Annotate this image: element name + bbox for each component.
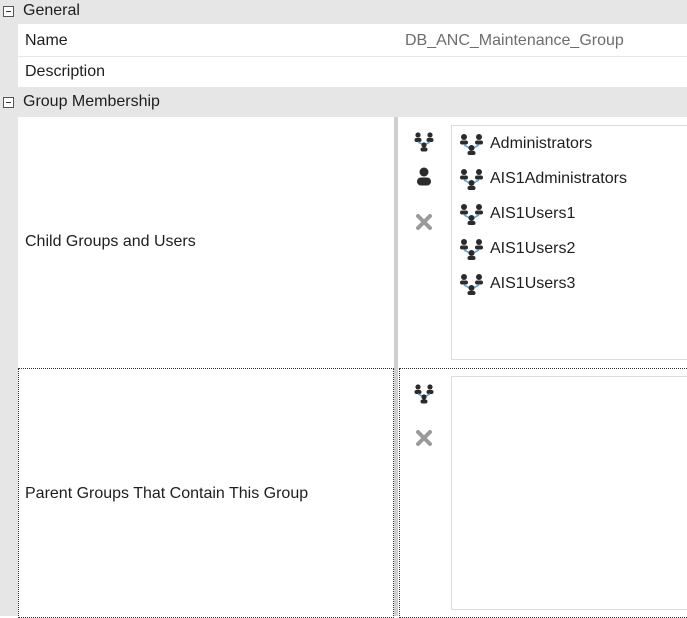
property-label-description: Description xyxy=(25,63,106,80)
member-label: AIS1Users3 xyxy=(490,275,576,292)
list-item[interactable]: AIS1Users1 xyxy=(458,199,575,229)
group-icon xyxy=(460,204,483,225)
list-item[interactable]: AIS1Users3 xyxy=(458,269,575,299)
add-group-button[interactable] xyxy=(412,130,436,152)
collapse-icon[interactable] xyxy=(3,97,14,108)
add-user-button[interactable] xyxy=(414,166,434,188)
collapse-icon[interactable] xyxy=(3,6,14,17)
member-label: AIS1Users2 xyxy=(490,240,576,257)
property-value-name[interactable]: DB_ANC_Maintenance_Group xyxy=(405,32,624,50)
property-label-parent: Parent Groups That Contain This Group xyxy=(25,485,309,502)
remove-member-button[interactable] xyxy=(414,212,434,232)
property-label-child: Child Groups and Users xyxy=(25,233,196,250)
remove-parent-button[interactable] xyxy=(414,428,434,448)
group-icon xyxy=(460,239,483,260)
group-icon xyxy=(460,134,483,155)
category-label: Group Membership xyxy=(23,93,160,110)
remove-icon xyxy=(416,214,432,230)
member-label: AIS1Users1 xyxy=(490,205,576,222)
property-row-name[interactable]: Name DB_ANC_Maintenance_Group xyxy=(18,24,687,56)
group-icon xyxy=(460,169,483,190)
add-group-icon xyxy=(414,384,434,404)
child-members-list[interactable]: Administrators AIS1Administrators AIS1Us… xyxy=(451,125,687,360)
property-label-name: Name xyxy=(25,32,68,49)
group-icon xyxy=(460,274,483,295)
list-item[interactable]: Administrators xyxy=(458,129,592,159)
property-row-child[interactable]: Child Groups and Users xyxy=(18,117,394,367)
add-group-icon xyxy=(414,132,434,152)
category-group-membership[interactable]: Group Membership xyxy=(0,87,687,117)
member-label: Administrators xyxy=(490,135,593,152)
parent-groups-list[interactable] xyxy=(451,376,687,610)
member-label: AIS1Administrators xyxy=(490,170,627,187)
property-row-description[interactable]: Description xyxy=(18,57,687,87)
category-label: General xyxy=(23,2,80,19)
list-item[interactable]: AIS1Users2 xyxy=(458,234,575,264)
category-general[interactable]: General xyxy=(0,0,687,24)
add-parent-group-button[interactable] xyxy=(412,382,436,404)
list-item[interactable]: AIS1Administrators xyxy=(458,164,627,194)
remove-icon xyxy=(416,430,432,446)
property-row-parent[interactable]: Parent Groups That Contain This Group xyxy=(18,368,394,618)
user-icon xyxy=(417,167,431,186)
